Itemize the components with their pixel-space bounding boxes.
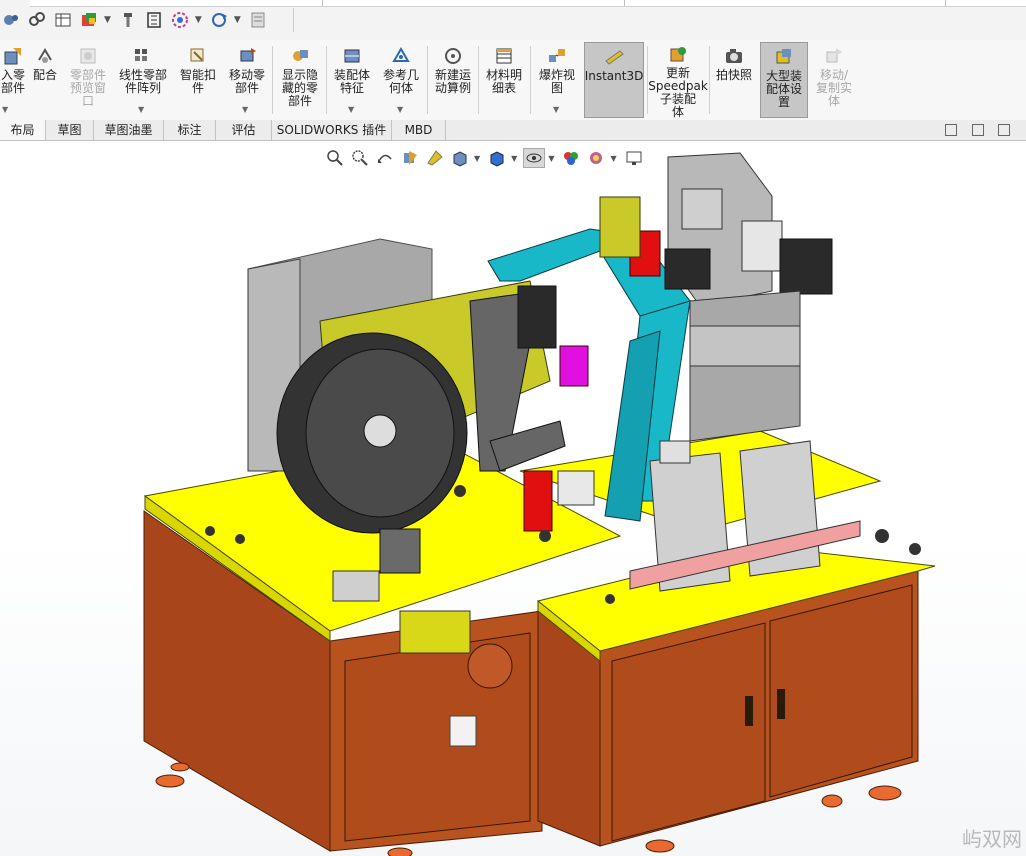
instant3d-icon	[602, 46, 626, 68]
button-label: 显示隐 藏的零 部件	[281, 68, 318, 108]
bom-icon	[492, 45, 516, 67]
button-label: 智能扣 件	[179, 68, 216, 95]
quick-access-toolbar: ▼ ▼ ▼	[0, 0, 1026, 41]
button-label: 线性零部 件阵列	[118, 68, 167, 95]
button-label: 新建运 动算例	[434, 68, 471, 95]
move-component-button[interactable]: 移动零 部件 ▼	[224, 42, 270, 118]
restore-panel-icon[interactable]	[972, 124, 984, 136]
speedpak-icon	[666, 45, 690, 65]
tab-sketch-ink[interactable]: 草图油墨	[94, 120, 164, 140]
separator	[427, 46, 428, 114]
smart-fastener-button[interactable]: 智能扣 件	[174, 42, 222, 118]
move-copy-body-icon	[822, 45, 846, 67]
tab-markup[interactable]: 标注	[164, 120, 216, 140]
button-label: 爆炸视 图	[538, 68, 575, 95]
chevron-down-icon[interactable]: ▼	[138, 105, 144, 114]
chevron-down-icon[interactable]: ▼	[234, 15, 241, 25]
rebuild-icon[interactable]	[78, 9, 100, 31]
button-label: 配合	[32, 68, 57, 82]
chevron-down-icon[interactable]: ▼	[2, 105, 8, 114]
chevron-down-icon[interactable]: ▼	[397, 105, 403, 114]
mate-icon	[33, 45, 57, 67]
button-label: 零部件 预览窗 口	[69, 68, 106, 108]
button-label: 拍快照	[715, 68, 752, 82]
large-assembly-icon	[772, 46, 796, 68]
tab-layout[interactable]: 布局	[0, 120, 46, 140]
tab-sketch[interactable]: 草图	[46, 120, 94, 140]
separator	[478, 46, 479, 114]
file-properties-icon[interactable]	[247, 9, 269, 31]
assembly-features-button[interactable]: 装配体 特征 ▼	[330, 42, 374, 118]
component-preview-icon	[76, 45, 100, 67]
button-label: Instant3D	[584, 69, 644, 83]
title-bar-strip	[30, 0, 1026, 7]
gear-link-icon[interactable]	[26, 9, 48, 31]
chevron-down-icon[interactable]: ▼	[348, 105, 354, 114]
reference-geometry-button[interactable]: 参考几 何体 ▼	[378, 42, 424, 118]
button-label: 更新 Speedpak 子装配 体	[648, 66, 708, 119]
take-snapshot-button[interactable]: 拍快照	[712, 42, 756, 118]
snapshot-icon	[722, 45, 746, 67]
button-label: 装配体 特征	[333, 68, 370, 95]
appearance-icon[interactable]	[169, 9, 191, 31]
exploded-view-icon	[545, 45, 569, 67]
button-label: 入零 部件	[0, 68, 25, 95]
move-component-icon	[235, 45, 259, 67]
button-label: 大型装 配体设 置	[765, 69, 802, 109]
assembly-model[interactable]	[0, 141, 1026, 856]
insert-components-button[interactable]: 入零 部件 ▼	[0, 42, 26, 118]
show-hidden-components-button[interactable]: 显示隐 藏的零 部件	[276, 42, 324, 118]
smart-fastener-icon	[186, 45, 210, 67]
show-hidden-icon	[288, 45, 312, 67]
linear-pattern-button[interactable]: 线性零部 件阵列 ▼	[114, 42, 172, 118]
move-copy-body-button[interactable]: 移动/ 复制实 体	[810, 42, 858, 118]
button-label: 移动零 部件	[228, 68, 265, 95]
large-assembly-settings-button[interactable]: 大型装 配体设 置	[760, 42, 808, 118]
measure-icon[interactable]	[143, 9, 165, 31]
motion-study-icon	[441, 45, 465, 67]
tab-solidworks-addins[interactable]: SOLIDWORKS 插件	[272, 120, 392, 140]
update-speedpak-button[interactable]: 更新 Speedpak 子装配 体	[648, 42, 708, 119]
screw-icon[interactable]	[117, 9, 139, 31]
button-label: 材料明 细表	[485, 68, 522, 95]
mate-button[interactable]: 配合	[28, 42, 62, 118]
exploded-view-button[interactable]: 爆炸视 图 ▼	[534, 42, 580, 118]
instant3d-button[interactable]: Instant3D	[584, 42, 644, 118]
chevron-down-icon[interactable]: ▼	[195, 15, 202, 25]
watermark-text: 屿双网	[962, 827, 1022, 851]
assembly-feature-icon	[340, 45, 364, 67]
command-manager-ribbon: 入零 部件 ▼ 配合 零部件 预览窗 口 线性零部 件阵列 ▼ 智能扣 件 移动…	[0, 40, 1026, 121]
restore-panel-icon[interactable]	[945, 124, 957, 136]
bill-of-materials-button[interactable]: 材料明 细表	[482, 42, 526, 118]
insert-component-icon	[1, 45, 25, 67]
assembly-tools-icon[interactable]	[0, 9, 22, 31]
separator	[709, 46, 710, 114]
new-motion-study-button[interactable]: 新建运 动算例	[431, 42, 475, 118]
separator	[326, 46, 327, 114]
button-label: 参考几 何体	[382, 68, 419, 95]
chevron-down-icon[interactable]: ▼	[553, 105, 559, 114]
tab-mbd[interactable]: MBD	[392, 120, 446, 140]
separator	[530, 46, 531, 114]
command-manager-tabs: 布局 草图 草图油墨 标注 评估 SOLIDWORKS 插件 MBD	[0, 120, 1026, 141]
reference-geometry-icon	[389, 45, 413, 67]
separator	[272, 46, 273, 114]
chevron-down-icon[interactable]: ▼	[242, 105, 248, 114]
restore-panel-icon[interactable]	[998, 124, 1010, 136]
tab-evaluate[interactable]: 评估	[216, 120, 272, 140]
component-preview-button[interactable]: 零部件 预览窗 口	[64, 42, 112, 118]
component-table-icon[interactable]	[52, 9, 74, 31]
button-label: 移动/ 复制实 体	[815, 68, 852, 108]
linear-pattern-icon	[131, 45, 155, 67]
graphics-area[interactable]: ▼ ▼ ▼ ▼ 屿双网	[0, 141, 1026, 856]
chevron-down-icon[interactable]: ▼	[104, 15, 111, 25]
rotate-options-icon[interactable]	[208, 9, 230, 31]
